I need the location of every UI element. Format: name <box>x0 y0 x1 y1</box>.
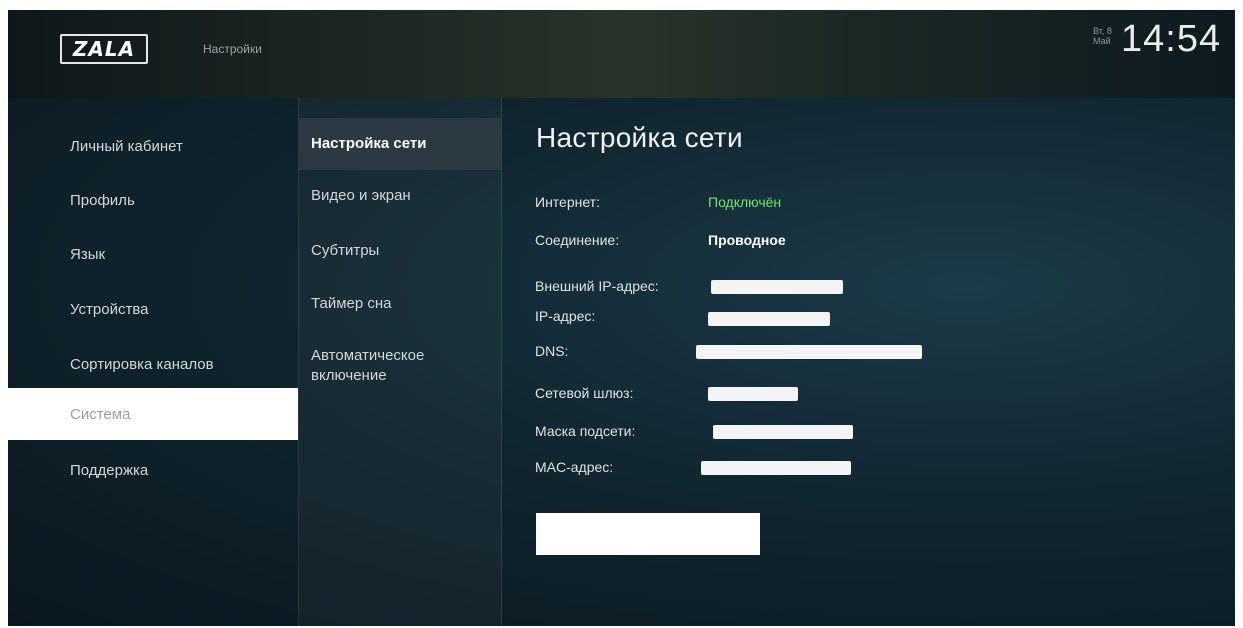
menu-item-devices[interactable]: Устройства <box>8 283 298 335</box>
connection-type-value: Проводное <box>708 232 786 248</box>
subnet-mask-label: Маска подсети: <box>535 423 636 439</box>
submenu-item-label: Автоматическое включение <box>311 347 425 384</box>
menu-item-label: Профиль <box>70 191 135 209</box>
clock-time: 14:54 <box>1121 18 1222 60</box>
menu-item-label: Поддержка <box>70 461 149 479</box>
header-bar: ZALA Настройки Вт, 8 Май 14:54 <box>8 10 1235 98</box>
gateway-redacted <box>708 387 798 401</box>
menu-item-label: Система <box>70 405 131 423</box>
submenu-item-auto-power-on[interactable]: Автоматическое включение <box>299 346 469 386</box>
system-submenu: Настройка сети Видео и экран Субтитры Та… <box>298 98 502 626</box>
logo-text: ZALA <box>72 37 136 61</box>
subnet-mask-redacted <box>713 425 853 439</box>
menu-item-system[interactable]: Система <box>8 388 298 440</box>
submenu-item-label: Настройка сети <box>311 135 427 152</box>
zala-logo: ZALA <box>60 34 148 64</box>
connection-label: Соединение: <box>535 232 620 248</box>
internet-label: Интернет: <box>535 194 600 210</box>
settings-menu: Личный кабинет Профиль Язык Устройства С… <box>8 98 298 626</box>
submenu-item-video[interactable]: Видео и экран <box>299 186 501 206</box>
tv-screen: ZALA Настройки Вт, 8 Май 14:54 Личный ка… <box>8 10 1235 626</box>
submenu-item-subtitles[interactable]: Субтитры <box>299 241 501 261</box>
ip-label: IP-адрес: <box>535 308 596 324</box>
menu-item-profile[interactable]: Профиль <box>8 174 298 226</box>
mac-address-redacted <box>701 461 851 475</box>
app-title: Настройки <box>203 42 262 56</box>
panel-title: Настройка сети <box>536 122 743 153</box>
menu-item-label: Сортировка каналов <box>70 355 214 373</box>
menu-item-language[interactable]: Язык <box>8 228 298 280</box>
ip-redacted <box>708 312 830 326</box>
mac-address-label: MAC-адрес: <box>535 459 614 475</box>
submenu-item-network[interactable]: Настройка сети <box>299 118 501 170</box>
network-action-button[interactable] <box>536 513 760 555</box>
menu-item-label: Язык <box>70 245 106 263</box>
menu-item-label: Личный кабинет <box>70 137 183 155</box>
submenu-item-label: Субтитры <box>311 242 380 259</box>
menu-item-channel-sort[interactable]: Сортировка каналов <box>8 338 298 390</box>
dns-redacted <box>696 345 922 359</box>
menu-item-account[interactable]: Личный кабинет <box>8 120 298 172</box>
menu-item-support[interactable]: Поддержка <box>8 444 298 496</box>
gateway-label: Сетевой шлюз: <box>535 385 634 401</box>
external-ip-redacted <box>711 280 843 294</box>
submenu-item-label: Видео и экран <box>311 187 411 204</box>
external-ip-label: Внешний IP-адрес: <box>535 278 659 294</box>
internet-status-value: Подключён <box>708 194 782 210</box>
menu-item-label: Устройства <box>70 300 149 318</box>
submenu-item-label: Таймер сна <box>311 295 392 312</box>
submenu-item-sleep-timer[interactable]: Таймер сна <box>299 294 501 314</box>
dns-label: DNS: <box>535 343 569 359</box>
